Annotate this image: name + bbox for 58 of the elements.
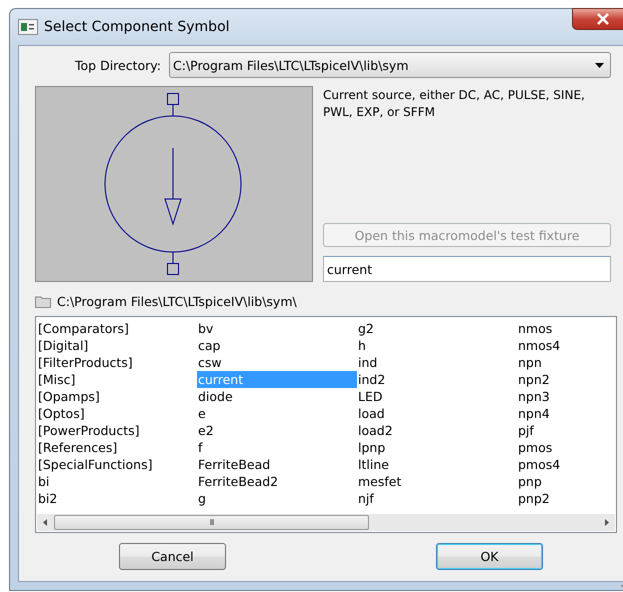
close-button[interactable] [572, 8, 623, 30]
folder-icon [35, 294, 51, 308]
list-item[interactable]: mesfet [357, 473, 517, 490]
list-item[interactable]: ltline [357, 456, 517, 473]
cancel-button[interactable]: Cancel [119, 543, 226, 570]
list-item[interactable]: csw [197, 354, 357, 371]
list-item[interactable]: f [197, 439, 357, 456]
list-item[interactable]: h [357, 337, 517, 354]
list-item[interactable]: ind [357, 354, 517, 371]
list-item[interactable]: cap [197, 337, 357, 354]
list-item[interactable]: [Misc] [37, 371, 197, 388]
close-icon [596, 13, 610, 25]
list-item[interactable]: LED [357, 388, 517, 405]
list-item[interactable]: bi2 [37, 490, 197, 507]
list-item[interactable]: g2 [357, 320, 517, 337]
horizontal-scrollbar[interactable]: III [37, 514, 615, 531]
window-title: Select Component Symbol [44, 19, 230, 35]
list-item[interactable]: [SpecialFunctions] [37, 456, 197, 473]
scroll-thumb[interactable]: III [54, 515, 369, 530]
list-item[interactable]: diode [197, 388, 357, 405]
list-item[interactable]: npn4 [517, 405, 615, 422]
dropdown-arrow-icon [595, 62, 604, 68]
current-path: C:\Program Files\LTC\LTspiceIV\lib\sym\ [57, 294, 297, 308]
list-item[interactable]: [Opamps] [37, 388, 197, 405]
search-field[interactable]: current [323, 256, 611, 282]
list-item[interactable]: bi [37, 473, 197, 490]
list-item[interactable]: [PowerProducts] [37, 422, 197, 439]
list-item[interactable]: pmos [517, 439, 615, 456]
list-item[interactable]: [Digital] [37, 337, 197, 354]
list-item[interactable]: FerriteBead2 [197, 473, 357, 490]
list-item[interactable]: npn3 [517, 388, 615, 405]
list-item[interactable]: lpnp [357, 439, 517, 456]
list-item[interactable]: bv [197, 320, 357, 337]
list-item[interactable]: [FilterProducts] [37, 354, 197, 371]
list-item[interactable]: g [197, 490, 357, 507]
list-item[interactable]: pmos4 [517, 456, 615, 473]
list-item[interactable]: pnp2 [517, 490, 615, 507]
symbol-description: Current source, either DC, AC, PULSE, SINE, PWL, EXP, or SFFM [323, 87, 586, 121]
list-item[interactable]: npn2 [517, 371, 615, 388]
list-item[interactable]: [Optos] [37, 405, 197, 422]
ok-button[interactable]: OK [436, 543, 543, 570]
app-icon [18, 19, 38, 35]
list-item[interactable]: load [357, 405, 517, 422]
list-item[interactable]: [Comparators] [37, 320, 197, 337]
list-item[interactable]: pnp [517, 473, 615, 490]
list-item[interactable]: [References] [37, 439, 197, 456]
field-label: Top Directory: [74, 58, 162, 72]
list-item[interactable]: e [197, 405, 357, 422]
list-item[interactable]: e2 [197, 422, 357, 439]
list-item[interactable]: FerriteBead [197, 456, 357, 473]
list-item[interactable]: load2 [357, 422, 517, 439]
directory-dropdown[interactable]: C:\Program Files\LTC\LTspiceIV\lib\sym [169, 52, 611, 78]
list-item[interactable]: nmos [517, 320, 615, 337]
list-item[interactable]: npn [517, 354, 615, 371]
list-item[interactable]: pjf [517, 422, 615, 439]
list-item[interactable]: nmos4 [517, 337, 615, 354]
list-item[interactable]: njf [357, 490, 517, 507]
list-item[interactable]: ind2 [357, 371, 517, 388]
